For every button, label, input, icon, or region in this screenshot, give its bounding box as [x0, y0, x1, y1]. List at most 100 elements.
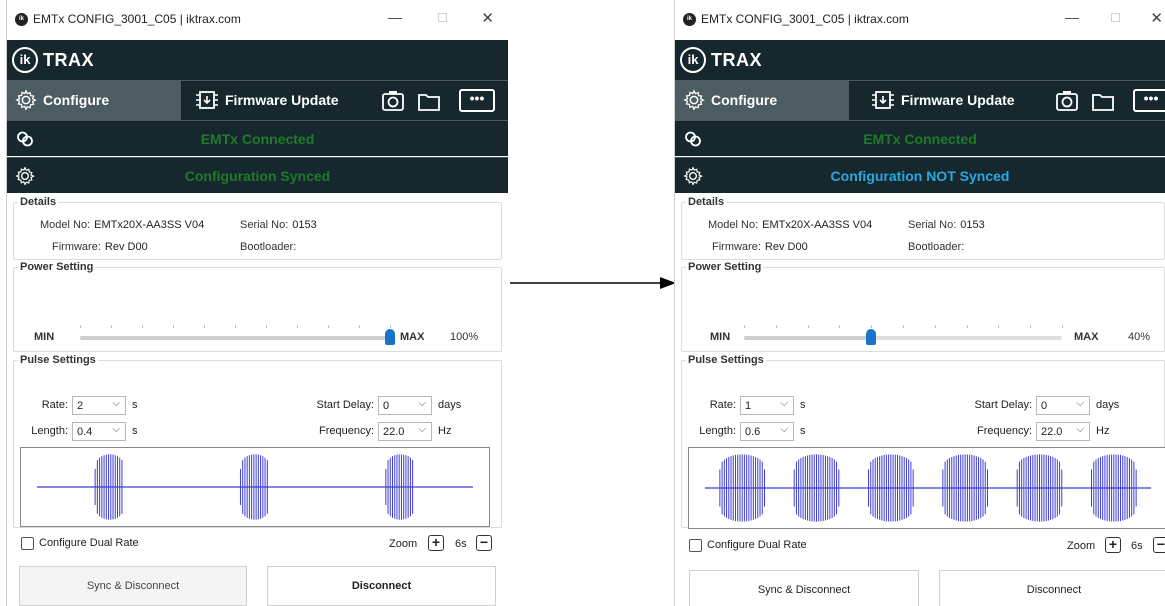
waveform-burst	[868, 454, 914, 522]
more-options-button[interactable]: •••	[459, 89, 495, 112]
dual-rate-checkbox[interactable]	[21, 537, 34, 550]
brand-bar: ik TRAX	[675, 40, 1165, 80]
zoom-label: Zoom	[389, 538, 418, 550]
waveform-burst	[385, 454, 414, 520]
transition-arrow-icon	[510, 277, 676, 289]
power-setting-group: Power Setting MIN MAX 100%	[13, 261, 502, 352]
pulse-settings-group: Pulse Settings Rate: 1 ⌵ s Length: 0.6 ⌵ s…	[681, 354, 1165, 529]
pulse-legend: Pulse Settings	[686, 354, 766, 366]
config-status-text: Configuration NOT Synced	[830, 168, 1010, 184]
brand-name: TRAX	[711, 50, 762, 70]
tab-configure[interactable]: Configure	[675, 81, 849, 120]
length-select[interactable]: 0.6 ⌵	[740, 422, 794, 441]
camera-icon[interactable]	[381, 90, 405, 112]
length-value: 0.4	[77, 426, 93, 438]
dual-rate-label: Configure Dual Rate	[707, 539, 807, 551]
slider-tick	[328, 325, 329, 328]
tab-configure-label: Configure	[711, 92, 778, 108]
more-options-button[interactable]: •••	[1133, 89, 1165, 112]
camera-icon[interactable]	[1055, 90, 1079, 112]
disconnect-button[interactable]: Disconnect	[939, 570, 1165, 606]
chevron-down-icon: ⌵	[1076, 424, 1084, 435]
gear-icon	[683, 89, 705, 111]
start-delay-select[interactable]: 0 ⌵	[378, 396, 432, 415]
gear-icon	[15, 89, 37, 111]
maximize-icon[interactable]: ☐	[1110, 11, 1121, 25]
model-value: EMTx20X-AA3SS V04	[94, 219, 205, 231]
zoom-out-button[interactable]: −	[1153, 537, 1165, 553]
pulse-waveform	[688, 447, 1165, 529]
waveform-burst	[793, 454, 840, 522]
close-icon[interactable]: ✕	[1150, 9, 1163, 27]
waveform-burst	[719, 454, 765, 522]
chevron-down-icon: ⌵	[418, 424, 426, 435]
slider-tick	[111, 325, 112, 328]
bootloader-label: Bootloader:	[240, 241, 297, 253]
details-legend: Details	[686, 196, 727, 208]
disconnect-button[interactable]: Disconnect	[267, 566, 496, 606]
maximize-icon[interactable]: ☐	[437, 11, 448, 25]
firmware-label: Firmware:	[52, 241, 101, 253]
frequency-select[interactable]: 22.0 ⌵	[1036, 422, 1090, 441]
rate-value: 1	[745, 400, 752, 412]
slider-tick	[775, 325, 777, 328]
waveform-burst	[1091, 454, 1137, 522]
pulse-settings-group: Pulse Settings Rate: 2 ⌵ s Length: 0.4 ⌵ s…	[13, 354, 502, 528]
length-value: 0.6	[745, 426, 761, 438]
slider-tick	[359, 325, 360, 328]
window-title: EMTx CONFIG_3001_C05 | iktrax.com	[33, 12, 241, 26]
tab-firmware-label: Firmware Update	[225, 92, 339, 108]
start-delay-value: 0	[1041, 400, 1048, 412]
close-icon[interactable]: ✕	[481, 9, 494, 27]
sync-disconnect-button[interactable]: Sync & Disconnect	[19, 566, 247, 606]
power-setting-group: Power Setting MIN MAX 40%	[681, 261, 1165, 352]
rate-label: Rate:	[41, 399, 68, 411]
length-select[interactable]: 0.4 ⌵	[72, 422, 126, 441]
tab-configure[interactable]: Configure	[7, 81, 181, 120]
title-bar: ik EMTx CONFIG_3001_C05 | iktrax.com — ☐…	[7, 0, 508, 40]
start-delay-select[interactable]: 0 ⌵	[1036, 396, 1090, 415]
slider-tick	[934, 325, 936, 328]
chip-icon	[872, 91, 894, 109]
power-slider-thumb[interactable]	[385, 329, 395, 345]
power-slider-fill	[744, 336, 872, 340]
app-window-after: ik EMTx CONFIG_3001_C05 | iktrax.com — ☐…	[674, 0, 1165, 606]
serial-label: Serial No:	[240, 219, 289, 231]
power-slider[interactable]	[80, 336, 390, 340]
start-delay-unit: days	[1096, 399, 1120, 411]
zoom-in-button[interactable]: +	[1105, 537, 1121, 553]
minimize-icon[interactable]: —	[388, 9, 402, 25]
folder-icon[interactable]	[1091, 90, 1115, 112]
length-label: Length:	[699, 425, 736, 437]
firmware-value: Rev D00	[104, 241, 148, 253]
slider-tick	[998, 325, 1000, 328]
slider-tick	[142, 325, 143, 328]
sync-disconnect-button[interactable]: Sync & Disconnect	[689, 570, 919, 606]
power-slider-thumb[interactable]	[866, 329, 877, 345]
rate-select[interactable]: 1 ⌵	[740, 396, 794, 415]
power-slider[interactable]	[744, 336, 1062, 340]
frequency-label: Frequency:	[976, 425, 1032, 437]
firmware-value: Rev D00	[764, 241, 808, 253]
slider-tick	[807, 325, 809, 328]
folder-icon[interactable]	[417, 90, 441, 112]
tab-firmware-label: Firmware Update	[901, 92, 1015, 108]
power-max-label: MAX	[1074, 331, 1099, 343]
zoom-in-button[interactable]: +	[428, 535, 444, 551]
brand-name: TRAX	[43, 50, 94, 70]
serial-value: 0153	[960, 219, 985, 231]
bootloader-label: Bootloader:	[908, 241, 965, 253]
start-delay-unit: days	[438, 399, 462, 411]
dual-rate-checkbox[interactable]	[689, 539, 702, 552]
rate-select[interactable]: 2 ⌵	[72, 396, 126, 415]
rate-label: Rate:	[709, 399, 736, 411]
start-delay-value: 0	[383, 400, 390, 412]
model-label: Model No:	[40, 219, 91, 231]
chevron-down-icon: ⌵	[780, 424, 788, 435]
serial-value: 0153	[292, 219, 317, 231]
minimize-icon[interactable]: —	[1065, 9, 1079, 25]
slider-tick	[390, 325, 391, 328]
frequency-select[interactable]: 22.0 ⌵	[378, 422, 432, 441]
zoom-out-button[interactable]: −	[476, 535, 492, 551]
start-delay-label: Start Delay:	[316, 399, 374, 411]
